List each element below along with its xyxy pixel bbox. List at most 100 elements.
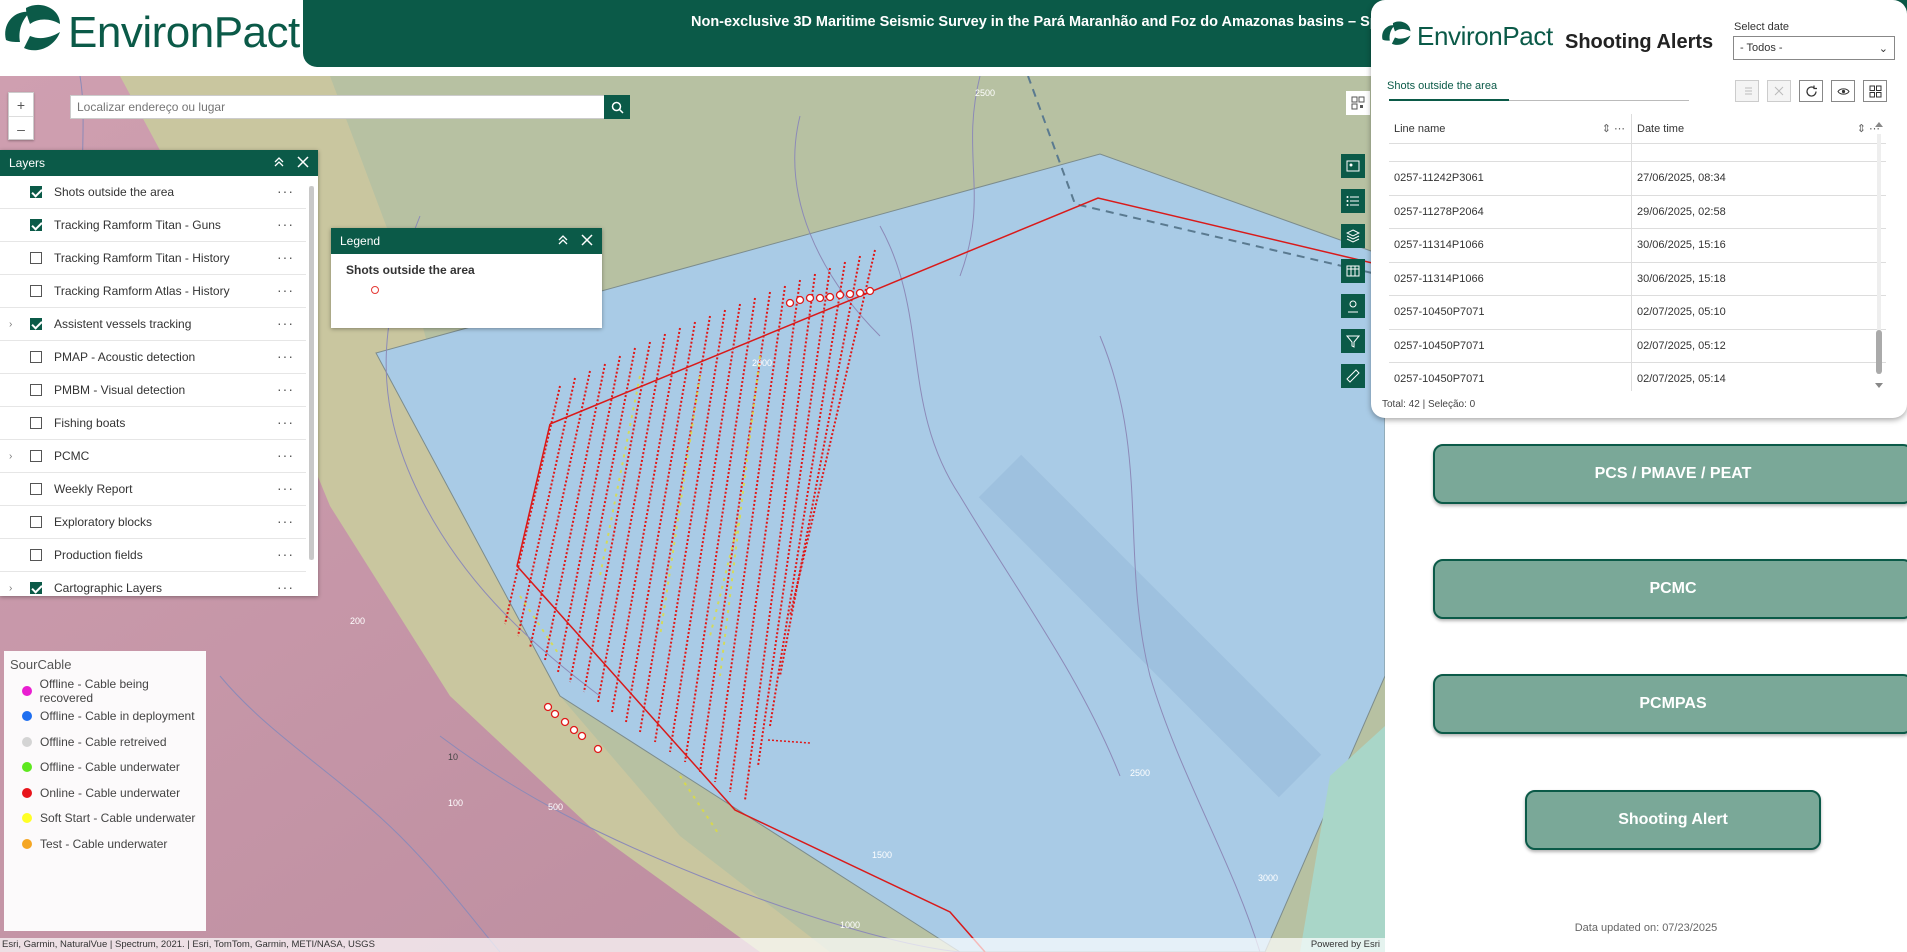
table-row[interactable]: 0257-11278P2064 29/06/2025, 02:58 [1389,195,1886,229]
search-input[interactable] [71,96,601,118]
map-view[interactable]: 2500 1000 2000 10 100 500 1500 1000 2500… [0,76,1385,952]
expand-chevron-icon[interactable]: › [9,583,12,594]
layer-item[interactable]: › PCMC ··· [0,440,306,473]
basemap-gallery-button[interactable] [1341,154,1365,178]
close-icon [297,156,309,168]
layer-label: Weekly Report [54,482,133,496]
layer-visibility-checkbox[interactable] [30,186,42,198]
attribute-table-button[interactable] [1341,259,1365,283]
table-row[interactable]: 0257-10450P7071 02/07/2025, 05:12 [1389,329,1886,363]
close-button[interactable] [296,155,310,169]
refresh-button[interactable] [1799,80,1823,102]
pcmc-button[interactable]: PCMC [1433,559,1907,619]
layer-item[interactable]: Production fields ··· [0,539,306,572]
scrollbar-thumb[interactable] [309,186,314,560]
layer-options-icon[interactable]: ··· [277,315,294,331]
layer-visibility-checkbox[interactable] [30,483,42,495]
layers-button[interactable] [1341,224,1365,248]
contour-label: 1500 [872,850,892,860]
pcs-pmave-peat-button[interactable]: PCS / PMAVE / PEAT [1433,444,1907,504]
layer-item[interactable]: Exploratory blocks ··· [0,506,306,539]
layer-item[interactable]: Tracking Ramform Titan - Guns ··· [0,209,306,242]
layer-visibility-checkbox[interactable] [30,351,42,363]
layer-options-icon[interactable]: ··· [277,216,294,232]
contour-label: 2500 [975,88,995,98]
layer-visibility-checkbox[interactable] [30,549,42,561]
layer-visibility-checkbox[interactable] [30,252,42,264]
collapse-button[interactable] [272,155,286,169]
expand-chevron-icon[interactable]: › [9,319,12,330]
layer-item[interactable]: Weekly Report ··· [0,473,306,506]
expand-chevron-icon[interactable]: › [9,451,12,462]
show-hide-columns-button[interactable] [1831,80,1855,102]
layer-item[interactable]: › Assistent vessels tracking ··· [0,308,306,341]
table-row[interactable]: 0257-10450P7071 02/07/2025, 05:14 [1389,362,1886,391]
layer-visibility-checkbox[interactable] [30,384,42,396]
layer-options-icon[interactable]: ··· [277,348,294,364]
layer-label: Cartographic Layers [54,581,163,595]
scrollbar-thumb[interactable] [1876,330,1882,374]
table-row[interactable] [1389,143,1886,162]
layer-options-icon[interactable]: ··· [277,249,294,265]
layer-options-icon[interactable]: ··· [277,546,294,562]
table-scrollbar[interactable] [1875,120,1883,390]
sort-icon[interactable]: ⇕ ⋯ [1602,122,1625,135]
cell-date-time: 30/06/2025, 15:18 [1637,272,1726,285]
layer-item[interactable]: Shots outside the area ··· [0,176,306,209]
layer-item[interactable]: PMBM - Visual detection ··· [0,374,306,407]
table-row[interactable]: 0257-10450P7071 02/07/2025, 05:10 [1389,295,1886,330]
layer-visibility-checkbox[interactable] [30,450,42,462]
layer-options-icon[interactable]: ··· [277,183,294,199]
chevron-down-icon: ⌄ [1878,43,1888,55]
pcmpas-button[interactable]: PCMPAS [1433,674,1907,734]
tab-shots-outside-area[interactable]: Shots outside the area [1387,80,1497,92]
legend-layer-title: Shots outside the area [346,263,475,277]
layer-options-icon[interactable]: ··· [277,282,294,298]
table-row[interactable]: 0257-11314P1066 30/06/2025, 15:16 [1389,228,1886,263]
table-row[interactable]: 0257-11314P1066 30/06/2025, 15:18 [1389,262,1886,296]
close-button[interactable] [580,233,594,247]
options-button[interactable] [1863,80,1887,102]
shooting-alerts-widget: EnvironPact Shooting Alerts Select date … [1371,0,1907,418]
layer-item[interactable]: PMAP - Acoustic detection ··· [0,341,306,374]
qr-code-button[interactable] [1346,91,1370,115]
measure-button[interactable] [1341,364,1365,388]
search-button[interactable] [604,95,630,119]
layer-options-icon[interactable]: ··· [277,513,294,529]
column-header-line-name[interactable]: Line name ⇕ ⋯ [1389,114,1632,143]
layer-list-scrollbar[interactable] [309,186,314,560]
layer-options-icon[interactable]: ··· [277,414,294,430]
layer-item[interactable]: Fishing boats ··· [0,407,306,440]
sourcable-legend: SourCable Offline - Cable being recovere… [4,651,206,931]
column-header-date-time[interactable]: Date time ⇕ ⋯ [1632,114,1886,143]
clear-selection-button[interactable] [1767,80,1791,102]
cell-date-time: 30/06/2025, 15:16 [1637,239,1726,252]
filter-button[interactable] [1341,329,1365,353]
show-selection-button[interactable] [1735,80,1759,102]
layer-visibility-checkbox[interactable] [30,318,42,330]
scroll-down-icon[interactable] [1875,382,1883,390]
page-title: Non-exclusive 3D Maritime Seismic Survey… [691,14,1379,30]
layer-visibility-checkbox[interactable] [30,285,42,297]
layer-list-button[interactable] [1341,189,1365,213]
powered-by-link[interactable]: Powered by Esri [1311,938,1380,952]
layer-visibility-checkbox[interactable] [30,417,42,429]
zoom-in-button[interactable]: + [9,93,33,117]
shooting-alert-button[interactable]: Shooting Alert [1525,790,1821,850]
layer-visibility-checkbox[interactable] [30,516,42,528]
layer-options-icon[interactable]: ··· [277,579,294,595]
layer-options-icon[interactable]: ··· [277,480,294,496]
zoom-out-button[interactable]: – [9,117,33,141]
table-row[interactable]: 0257-11242P3061 27/06/2025, 08:34 [1389,161,1886,196]
layer-visibility-checkbox[interactable] [30,219,42,231]
scroll-up-icon[interactable] [1875,120,1883,128]
layer-item[interactable]: Tracking Ramform Titan - History ··· [0,242,306,275]
date-select[interactable]: - Todos - ⌄ [1733,36,1895,60]
layer-item[interactable]: › Cartographic Layers ··· [0,572,306,596]
location-button[interactable] [1341,294,1365,318]
collapse-button[interactable] [556,233,570,247]
layer-visibility-checkbox[interactable] [30,582,42,594]
layer-item[interactable]: Tracking Ramform Atlas - History ··· [0,275,306,308]
layer-options-icon[interactable]: ··· [277,381,294,397]
layer-options-icon[interactable]: ··· [277,447,294,463]
